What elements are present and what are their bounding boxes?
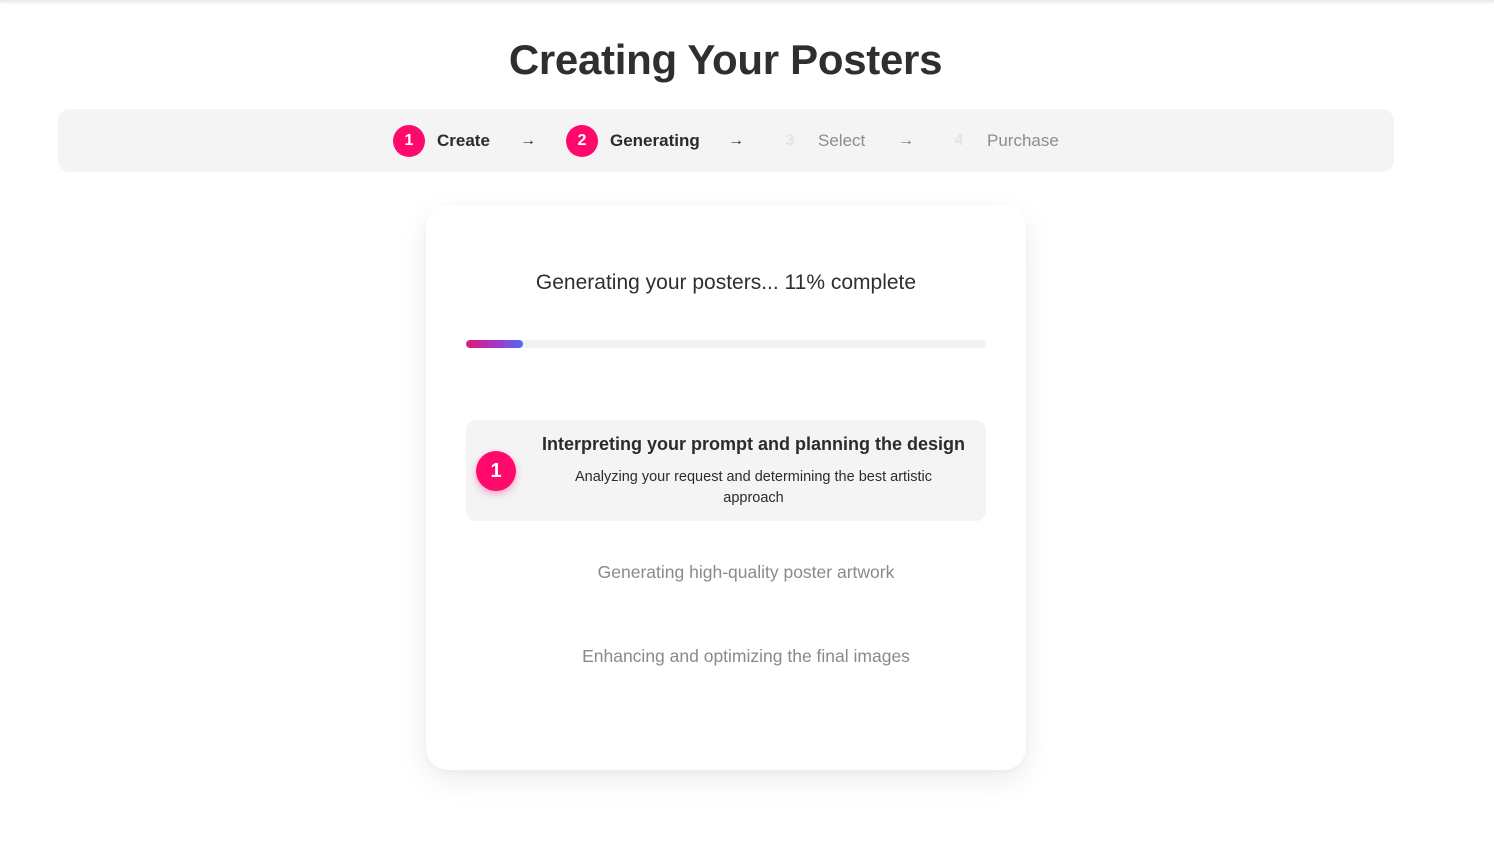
current-task: 1 Interpreting your prompt and planning … [466, 420, 986, 521]
top-divider [0, 0, 1494, 2]
step-number-badge: 3 [785, 132, 795, 149]
arrow-right-icon: → [520, 132, 536, 149]
task-number-badge: 1 [476, 451, 516, 491]
current-task-description: Analyzing your request and determining t… [574, 469, 933, 506]
pending-task: Generating high-quality poster artwork [597, 562, 895, 582]
step-number-badge: 1 [393, 125, 425, 157]
step-create: 1 Create [393, 125, 490, 157]
progress-bar [466, 340, 986, 348]
step-label: Purchase [987, 131, 1059, 150]
step-purchase: 4 Purchase [943, 125, 1059, 157]
progress-bar-fill [466, 340, 524, 348]
generation-card: Generating your posters... 11% complete … [426, 205, 1026, 770]
step-number-badge: 4 [954, 132, 964, 149]
current-task-title: Interpreting your prompt and planning th… [542, 434, 965, 454]
page-title: Creating Your Posters [508, 36, 943, 83]
step-label: Create [437, 131, 490, 150]
pending-task: Enhancing and optimizing the final image… [582, 646, 910, 666]
step-select: 3 Select [774, 125, 866, 157]
step-number-badge: 2 [566, 125, 598, 157]
step-generating: 2 Generating [566, 125, 700, 157]
arrow-right-icon: → [728, 132, 744, 149]
step-label: Select [818, 131, 866, 150]
progress-stepper: 1 Create → 2 Generating → 3 Select → 4 P… [58, 109, 1394, 172]
step-label: Generating [610, 131, 700, 150]
progress-status-text: Generating your posters... 11% complete [535, 271, 917, 294]
arrow-right-icon: → [898, 132, 914, 149]
